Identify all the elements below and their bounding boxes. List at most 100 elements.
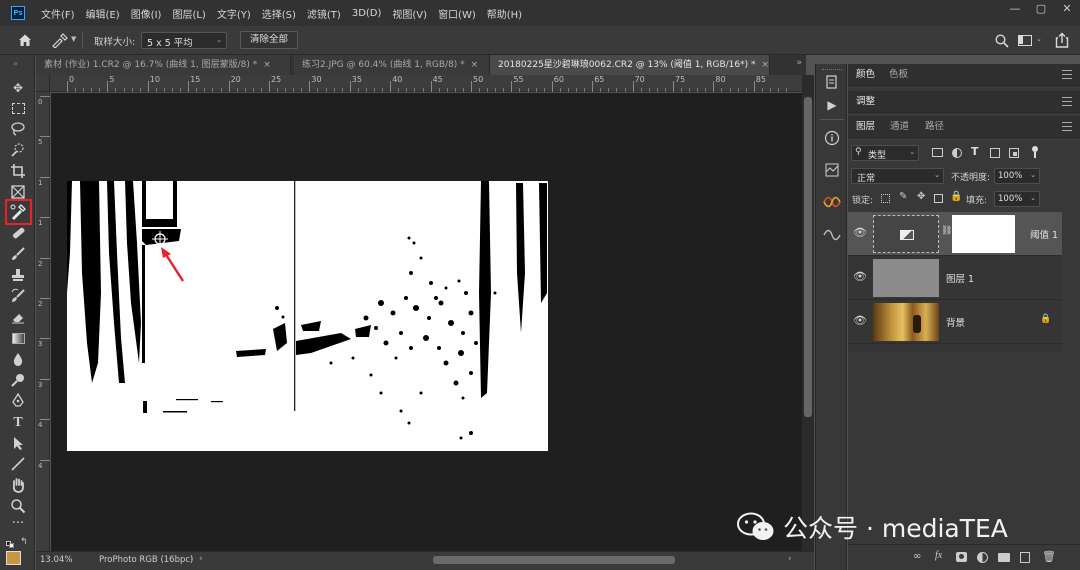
lock-transparent-icon[interactable]: [881, 194, 890, 203]
filter-shape-icon[interactable]: [990, 148, 1000, 158]
tab-color[interactable]: 颜色: [856, 64, 875, 86]
quick-selection-tool-icon[interactable]: [8, 142, 28, 160]
marquee-tool-icon[interactable]: [8, 100, 28, 118]
fill-input[interactable]: 100% ⌄: [994, 191, 1040, 207]
panel-menu-icon[interactable]: [1062, 122, 1072, 131]
tab-adjustments[interactable]: 调整: [856, 91, 875, 113]
layer-filter-select[interactable]: ⚲ 类型 ⌄: [851, 145, 919, 161]
sample-size-select[interactable]: 5 x 5 平均 ⌄: [141, 32, 227, 49]
menu-image[interactable]: 图像(I): [131, 6, 162, 21]
tab-overflow-icon[interactable]: »: [796, 58, 802, 68]
dodge-tool-icon[interactable]: [8, 372, 28, 390]
preset-chevron-icon[interactable]: ▼: [71, 35, 76, 43]
adjustment-layer-thumbnail[interactable]: [873, 215, 939, 253]
new-group-icon[interactable]: [998, 553, 1010, 562]
clear-all-button[interactable]: 清除全部: [240, 31, 298, 49]
tab-layers[interactable]: 图层: [856, 116, 875, 138]
background-photo-thumbnail[interactable]: [873, 303, 939, 341]
brush-tool-icon[interactable]: [8, 246, 28, 264]
menu-type[interactable]: 文字(Y): [217, 6, 251, 21]
fx-icon[interactable]: fx: [935, 550, 942, 561]
canvas-area[interactable]: [51, 93, 802, 551]
menu-view[interactable]: 视图(V): [392, 6, 427, 21]
minimize-icon[interactable]: —: [1002, 0, 1028, 18]
layer-thumbnail[interactable]: [873, 259, 939, 297]
scroll-right-icon[interactable]: ›: [788, 554, 792, 564]
status-menu-icon[interactable]: ›: [190, 554, 194, 564]
link-layers-icon[interactable]: ∞: [913, 551, 921, 562]
link-icon[interactable]: ⛓: [941, 226, 952, 236]
home-icon[interactable]: [18, 33, 32, 47]
lock-icon[interactable]: 🔒: [1040, 314, 1051, 324]
tab-close-icon[interactable]: ×: [471, 60, 479, 70]
blend-mode-select[interactable]: 正常 ⌄: [851, 168, 944, 184]
filter-adjustment-icon[interactable]: [952, 148, 962, 158]
visibility-eye-icon[interactable]: 👁: [853, 226, 867, 240]
tab-paths[interactable]: 路径: [925, 116, 944, 138]
vertical-scroll-thumb[interactable]: [804, 97, 812, 417]
gradient-tool-icon[interactable]: [8, 330, 28, 348]
default-colors-icon[interactable]: [6, 541, 15, 548]
visibility-eye-icon[interactable]: 👁: [853, 270, 867, 284]
hand-tool-icon[interactable]: [8, 477, 28, 495]
filter-smart-object-icon[interactable]: [1009, 148, 1019, 158]
search-icon[interactable]: [995, 34, 1009, 48]
opacity-input[interactable]: 100% ⌄: [994, 168, 1040, 184]
menu-select[interactable]: 选择(S): [262, 6, 296, 21]
line-tool-icon[interactable]: [8, 456, 28, 474]
menu-help[interactable]: 帮助(H): [487, 6, 522, 21]
filter-pixel-icon[interactable]: [932, 148, 943, 157]
tab-close-icon[interactable]: ×: [263, 60, 271, 70]
menu-window[interactable]: 窗口(W): [438, 6, 476, 21]
new-layer-icon[interactable]: [1020, 552, 1030, 563]
layer-name[interactable]: 图层 1: [946, 271, 974, 285]
swap-colors-icon[interactable]: ↰: [20, 537, 28, 547]
layer-row-threshold[interactable]: 👁 ⛓ 阈值 1: [848, 212, 1062, 256]
menu-layer[interactable]: 图层(L): [172, 6, 205, 21]
filter-type-icon[interactable]: T: [971, 145, 979, 158]
eyedropper-tool-preset-icon[interactable]: [51, 32, 69, 49]
eraser-tool-icon[interactable]: [8, 309, 28, 327]
actions-panel-icon[interactable]: ▶: [822, 96, 842, 114]
workspace-icon[interactable]: [1018, 35, 1032, 46]
zoom-level[interactable]: 13.04%: [40, 555, 72, 565]
info-panel-icon[interactable]: [822, 130, 842, 148]
lock-image-icon[interactable]: ✎: [899, 191, 907, 202]
zoom-tool-icon[interactable]: [8, 498, 28, 516]
move-tool-icon[interactable]: ✥: [8, 79, 28, 97]
new-adjustment-icon[interactable]: [977, 552, 988, 563]
tab-document-1[interactable]: 素材 (作业) 1.CR2 @ 16.7% (曲线 1, 图层蒙版/8) * ×: [36, 55, 291, 75]
tab-channels[interactable]: 通道: [890, 116, 909, 138]
type-tool-icon[interactable]: T: [8, 414, 28, 432]
layers-scrollbar-track[interactable]: [1062, 212, 1080, 542]
restore-icon[interactable]: ▢: [1028, 0, 1054, 18]
foreground-color-swatch[interactable]: [6, 551, 21, 565]
panel-menu-icon[interactable]: [1062, 97, 1072, 106]
navigator-panel-icon[interactable]: [822, 162, 842, 180]
blur-tool-icon[interactable]: [8, 351, 28, 369]
brush-settings-panel-icon[interactable]: [822, 228, 842, 246]
lock-position-icon[interactable]: ✥: [917, 191, 925, 202]
lock-artboard-icon[interactable]: [934, 194, 943, 203]
color-sampler-tool-icon[interactable]: [8, 203, 28, 221]
collapse-icon[interactable]: »: [13, 59, 18, 68]
menu-filter[interactable]: 滤镜(T): [307, 6, 341, 21]
tab-document-3[interactable]: 20180225星沙碧琳琅0062.CR2 @ 13% (阈值 1, RGB/1…: [490, 55, 770, 75]
panel-menu-icon[interactable]: [1062, 70, 1072, 79]
menu-file[interactable]: 文件(F): [41, 6, 75, 21]
workspace-chevron-icon[interactable]: ⌄: [1036, 35, 1042, 43]
history-panel-icon[interactable]: [822, 74, 842, 92]
lock-all-icon[interactable]: 🔒: [950, 191, 962, 202]
vertical-scrollbar[interactable]: [802, 75, 814, 551]
ruler-origin[interactable]: [36, 75, 50, 92]
more-tools-icon[interactable]: ···: [8, 517, 28, 536]
menu-edit[interactable]: 编辑(E): [86, 6, 120, 21]
layer-name[interactable]: 背景: [946, 315, 965, 329]
layer-row-layer1[interactable]: 👁 图层 1: [848, 256, 1062, 300]
clone-stamp-tool-icon[interactable]: [8, 267, 28, 285]
lasso-tool-icon[interactable]: [8, 121, 28, 139]
pen-tool-icon[interactable]: [8, 392, 28, 411]
history-brush-tool-icon[interactable]: [8, 288, 28, 306]
layer-row-background[interactable]: 👁 背景 🔒: [848, 300, 1062, 344]
add-mask-icon[interactable]: [956, 552, 967, 562]
